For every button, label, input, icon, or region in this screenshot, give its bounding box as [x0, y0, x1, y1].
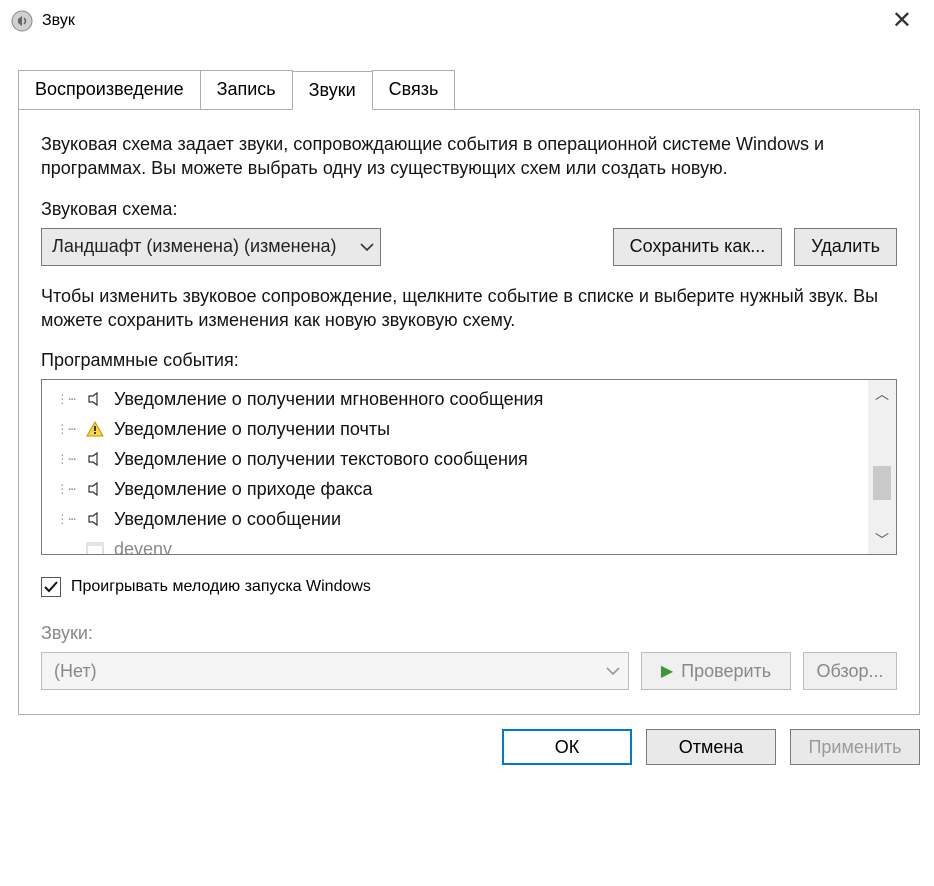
save-as-button[interactable]: Сохранить как... — [613, 228, 783, 266]
tab-panel: Звуковая схема задает звуки, сопровождаю… — [18, 109, 920, 715]
checkbox-icon — [41, 577, 61, 597]
scroll-thumb[interactable] — [873, 466, 891, 500]
event-item[interactable]: ⋮⋯ Уведомление о получении текстового со… — [42, 444, 868, 474]
event-label: Уведомление о сообщении — [114, 509, 341, 530]
tab-sounds[interactable]: Звуки — [292, 71, 373, 110]
event-item[interactable]: devenv — [42, 534, 868, 554]
close-button[interactable]: ✕ — [880, 5, 924, 37]
event-item[interactable]: ⋮⋯ Уведомление о получении мгновенного с… — [42, 384, 868, 414]
event-label: Уведомление о получении текстового сообщ… — [114, 449, 528, 470]
warning-icon — [84, 420, 106, 438]
event-item[interactable]: ⋮⋯ Уведомление о приходе факса — [42, 474, 868, 504]
app-icon — [84, 542, 106, 554]
event-item[interactable]: ⋮⋯ Уведомление о получении почты — [42, 414, 868, 444]
sounds-value: (Нет) — [54, 661, 606, 682]
event-label: devenv — [114, 539, 172, 555]
events-description: Чтобы изменить звуковое сопровождение, щ… — [41, 284, 897, 333]
event-label: Уведомление о получении почты — [114, 419, 390, 440]
scheme-value: Ландшафт (изменена) (изменена) — [52, 236, 354, 257]
tab-recording[interactable]: Запись — [200, 70, 293, 109]
event-item[interactable]: ⋮⋯ Уведомление о сообщении — [42, 504, 868, 534]
scroll-down-icon[interactable]: ﹀ — [875, 530, 889, 550]
sounds-label: Звуки: — [41, 623, 897, 644]
browse-button[interactable]: Обзор... — [803, 652, 897, 690]
events-label: Программные события: — [41, 350, 897, 371]
speaker-icon — [84, 510, 106, 528]
test-label: Проверить — [681, 661, 771, 682]
tab-playback[interactable]: Воспроизведение — [18, 70, 201, 109]
speaker-icon — [84, 450, 106, 468]
cancel-button[interactable]: Отмена — [646, 729, 776, 765]
event-label: Уведомление о приходе факса — [114, 479, 372, 500]
delete-button[interactable]: Удалить — [794, 228, 897, 266]
dialog-buttons: ОК Отмена Применить — [0, 715, 934, 773]
speaker-icon — [84, 390, 106, 408]
speaker-icon — [84, 480, 106, 498]
scroll-up-icon[interactable]: ︿ — [875, 384, 889, 404]
event-label: Уведомление о получении мгновенного сооб… — [114, 389, 543, 410]
sound-icon — [10, 9, 34, 33]
scheme-description: Звуковая схема задает звуки, сопровождаю… — [41, 132, 897, 181]
scrollbar[interactable]: ︿ ﹀ — [868, 380, 896, 554]
chevron-down-icon — [360, 242, 374, 252]
startup-sound-label: Проигрывать мелодию запуска Windows — [71, 578, 371, 596]
startup-sound-checkbox[interactable]: Проигрывать мелодию запуска Windows — [41, 577, 897, 597]
titlebar: Звук ✕ — [0, 0, 934, 42]
tab-communications[interactable]: Связь — [372, 70, 456, 109]
ok-button[interactable]: ОК — [502, 729, 632, 765]
window-title: Звук — [42, 12, 880, 30]
apply-button[interactable]: Применить — [790, 729, 920, 765]
scheme-combobox[interactable]: Ландшафт (изменена) (изменена) — [41, 228, 381, 266]
tab-strip: Воспроизведение Запись Звуки Связь — [18, 70, 934, 109]
events-list-inner: ⋮⋯ Уведомление о получении мгновенного с… — [42, 380, 868, 554]
scheme-label: Звуковая схема: — [41, 199, 897, 220]
sounds-combobox[interactable]: (Нет) — [41, 652, 629, 690]
events-listbox[interactable]: ⋮⋯ Уведомление о получении мгновенного с… — [41, 379, 897, 555]
test-button[interactable]: ▶ Проверить — [641, 652, 791, 690]
chevron-down-icon — [606, 666, 620, 676]
play-icon: ▶ — [661, 661, 673, 681]
